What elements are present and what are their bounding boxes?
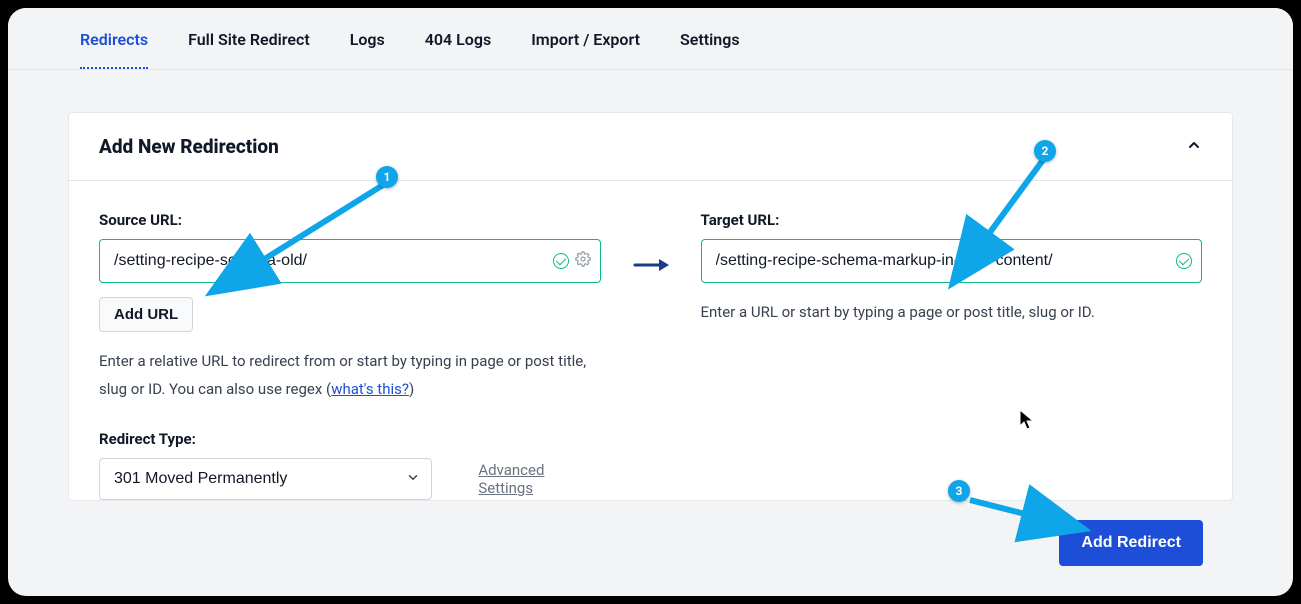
arrow-column — [631, 211, 671, 500]
source-url-label: Source URL: — [99, 211, 601, 229]
gear-icon[interactable] — [575, 251, 591, 271]
target-url-label: Target URL: — [701, 211, 1203, 229]
chevron-up-icon — [1186, 137, 1202, 153]
card-title: Add New Redirection — [99, 135, 279, 158]
check-icon — [1176, 253, 1192, 269]
add-url-button[interactable]: Add URL — [99, 297, 193, 332]
target-help-text: Enter a URL or start by typing a page or… — [701, 299, 1203, 327]
card-header: Add New Redirection — [69, 113, 1232, 181]
source-url-input[interactable] — [99, 239, 601, 283]
arrow-right-icon — [633, 255, 669, 275]
tab-import-export[interactable]: Import / Export — [531, 30, 640, 69]
tabs-nav: Redirects Full Site Redirect Logs 404 Lo… — [8, 8, 1293, 70]
tab-full-site-redirect[interactable]: Full Site Redirect — [188, 30, 310, 69]
regex-help-link[interactable]: what's this? — [331, 380, 409, 398]
collapse-toggle[interactable] — [1186, 137, 1202, 157]
tab-404-logs[interactable]: 404 Logs — [425, 30, 491, 69]
redirect-type-select[interactable]: 301 Moved Permanently — [99, 458, 432, 500]
source-help-post: ) — [409, 380, 414, 398]
target-url-input[interactable] — [701, 239, 1203, 283]
check-icon — [553, 253, 569, 269]
source-help-text: Enter a relative URL to redirect from or… — [99, 348, 601, 404]
tab-redirects[interactable]: Redirects — [80, 30, 148, 69]
tab-logs[interactable]: Logs — [350, 30, 385, 69]
tab-settings[interactable]: Settings — [680, 30, 740, 69]
add-redirection-card: Add New Redirection Source URL: — [68, 112, 1233, 501]
redirect-type-label: Redirect Type: — [99, 430, 601, 448]
add-redirect-button[interactable]: Add Redirect — [1059, 520, 1203, 566]
target-column: Target URL: Enter a URL or start by typi… — [701, 211, 1203, 500]
source-column: Source URL: Add URL Enter a relative URL… — [99, 211, 601, 500]
advanced-settings-link[interactable]: Advanced Settings — [478, 461, 600, 497]
